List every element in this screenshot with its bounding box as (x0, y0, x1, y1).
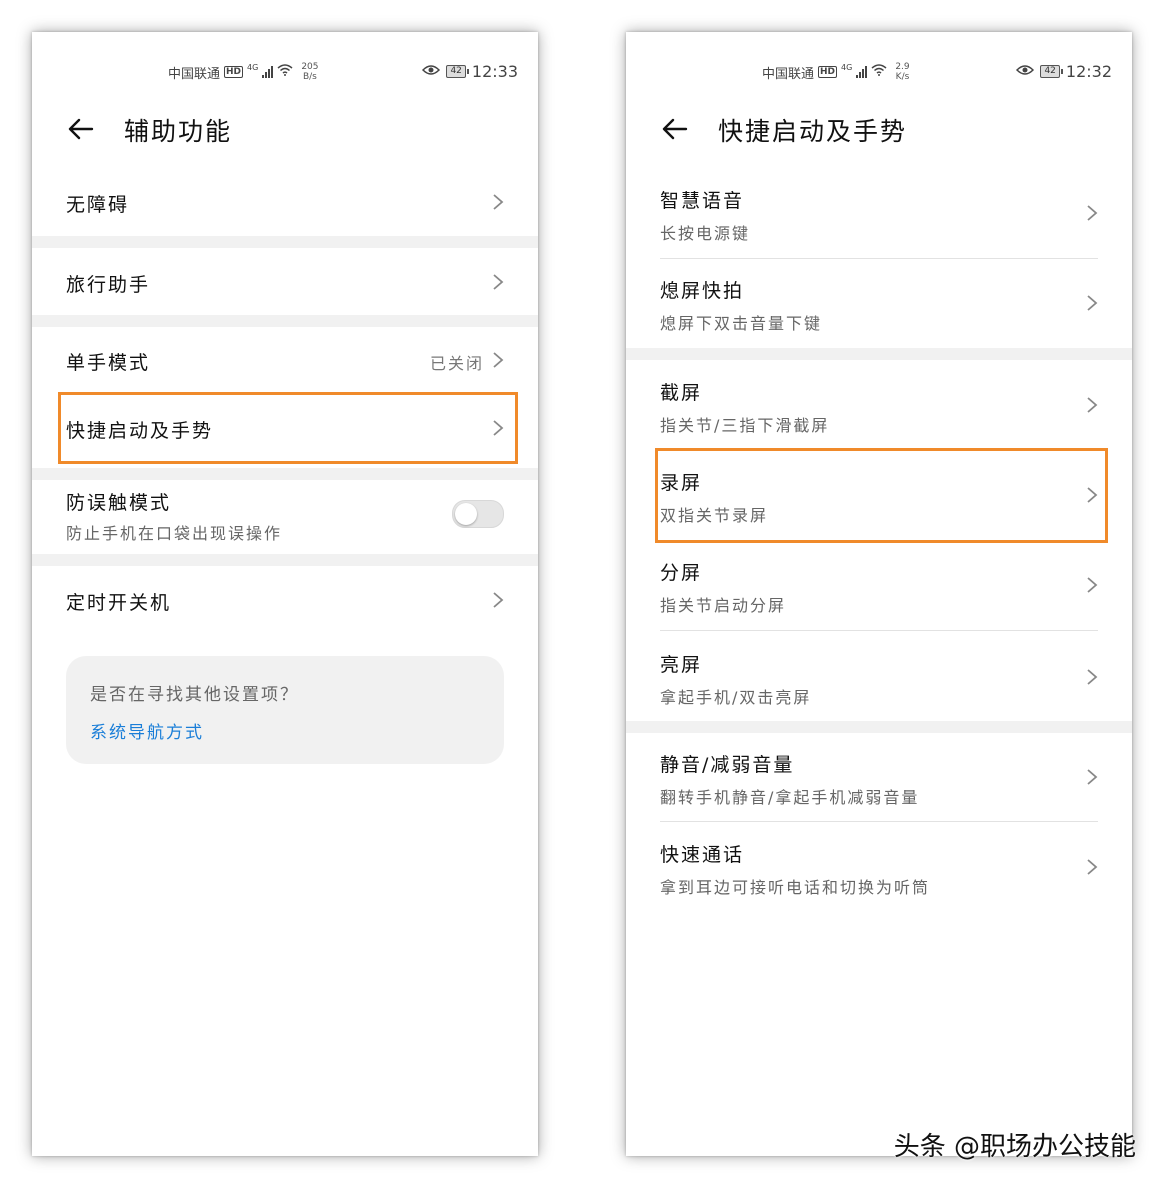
travel-assistant-item[interactable]: 旅行助手 (32, 250, 538, 314)
section-gap (32, 468, 538, 480)
section-gap (32, 554, 538, 566)
suggestion-question: 是否在寻找其他设置项？ (90, 685, 299, 705)
chevron-right-icon (492, 273, 504, 291)
section-gap (626, 721, 1132, 733)
wake-screen-item[interactable]: 亮屏 拿起手机/双击亮屏 (626, 642, 1132, 728)
item-description: 翻转手机静音/拿起手机减弱音量 (660, 788, 920, 807)
section-gap (32, 236, 538, 248)
divider (660, 821, 1098, 822)
item-description: 拿到耳边可接听电话和切换为听筒 (660, 878, 931, 897)
title-bar: 快捷启动及手势 (626, 110, 1132, 150)
chevron-right-icon (1086, 204, 1098, 222)
battery-icon: 42 (1040, 65, 1064, 78)
chevron-right-icon (492, 351, 504, 369)
item-description: 指关节启动分屏 (660, 596, 787, 615)
carrier-name: 中国联通 (168, 66, 221, 82)
clock: 12:32 (1065, 62, 1112, 81)
title-bar: 辅助功能 (32, 110, 538, 150)
split-screen-item[interactable]: 分屏 指关节启动分屏 (626, 550, 1132, 636)
eye-comfort-icon (422, 64, 441, 80)
chevron-right-icon (1086, 576, 1098, 594)
page-title: 辅助功能 (124, 117, 233, 146)
eye-comfort-icon (1016, 64, 1035, 80)
item-label: 截屏 (660, 382, 703, 404)
screen-off-snapshot-item[interactable]: 熄屏快拍 熄屏下双击音量下键 (626, 268, 1132, 354)
item-value: 已关闭 (429, 354, 484, 373)
smart-voice-item[interactable]: 智慧语音 长按电源键 (626, 178, 1132, 264)
one-hand-mode-item[interactable]: 单手模式 已关闭 (32, 328, 538, 390)
hd-badge: HD (224, 66, 244, 78)
divider (660, 258, 1098, 259)
network-speed: 205 B/s (301, 62, 318, 82)
chevron-right-icon (492, 591, 504, 609)
network-speed: 2.9 K/s (895, 62, 909, 82)
shortcuts-gestures-screen: 中国联通 HD 4G 2.9 K/s 42 12:32 快捷启动及手势 智慧语音… (626, 32, 1132, 1156)
item-label: 分屏 (660, 562, 703, 584)
mute-volume-item[interactable]: 静音/减弱音量 翻转手机静音/拿起手机减弱音量 (626, 742, 1132, 828)
item-label: 静音/减弱音量 (660, 754, 795, 776)
network-type: 4G (841, 62, 853, 72)
item-description: 防止手机在口袋出现误操作 (66, 524, 283, 543)
screenshot-item[interactable]: 截屏 指关节/三指下滑截屏 (626, 370, 1132, 456)
page-title: 快捷启动及手势 (718, 117, 908, 146)
chevron-right-icon (1086, 668, 1098, 686)
section-gap (626, 348, 1132, 360)
chevron-right-icon (492, 193, 504, 211)
carrier-name: 中国联通 (762, 66, 815, 82)
chevron-right-icon (1086, 396, 1098, 414)
item-label: 智慧语音 (660, 190, 745, 212)
item-label: 熄屏快拍 (660, 280, 745, 302)
speed-value: 205 (301, 62, 319, 72)
item-label: 旅行助手 (66, 274, 151, 296)
item-description: 指关节/三指下滑截屏 (660, 416, 830, 435)
scheduled-power-item[interactable]: 定时开关机 (32, 566, 538, 632)
battery-icon: 42 (446, 65, 470, 78)
speed-unit: K/s (895, 72, 910, 82)
item-label: 定时开关机 (66, 592, 172, 614)
item-description: 拿起手机/双击亮屏 (660, 688, 812, 707)
pocket-mode-item: 防误触模式 防止手机在口袋出现误操作 (32, 480, 538, 554)
wifi-icon (871, 64, 887, 80)
signal-icon (856, 66, 868, 78)
system-navigation-link[interactable]: 系统导航方式 (90, 718, 204, 743)
pocket-mode-toggle[interactable] (452, 500, 504, 528)
highlight-box (655, 448, 1108, 543)
hd-badge: HD (818, 66, 838, 78)
divider (660, 630, 1098, 631)
chevron-right-icon (1086, 858, 1098, 876)
status-bar: 中国联通 HD 4G 2.9 K/s 42 12:32 (626, 54, 1132, 84)
item-description: 熄屏下双击音量下键 (660, 314, 823, 333)
highlight-box (58, 392, 518, 464)
wifi-icon (277, 64, 293, 80)
chevron-right-icon (1086, 768, 1098, 786)
accessibility-screen: 中国联通 HD 4G 205 B/s 42 12:33 辅助功能 无障碍 旅行助… (32, 32, 538, 1156)
quick-call-item[interactable]: 快速通话 拿到耳边可接听电话和切换为听筒 (626, 832, 1132, 918)
item-description: 长按电源键 (660, 224, 751, 243)
status-bar: 中国联通 HD 4G 205 B/s 42 12:33 (32, 54, 538, 84)
item-label: 亮屏 (660, 654, 703, 676)
accessibility-item[interactable]: 无障碍 (32, 172, 538, 232)
back-arrow-icon[interactable] (660, 114, 690, 144)
network-type: 4G (247, 62, 259, 72)
signal-icon (262, 66, 274, 78)
toggle-knob (455, 503, 477, 525)
watermark: 头条 @职场办公技能 (893, 1132, 1136, 1162)
back-arrow-icon[interactable] (66, 114, 96, 144)
item-label: 单手模式 (66, 352, 151, 374)
section-gap (32, 315, 538, 327)
item-label: 防误触模式 (66, 492, 172, 514)
chevron-right-icon (1086, 294, 1098, 312)
item-label: 快速通话 (660, 844, 745, 866)
speed-unit: B/s (302, 72, 317, 82)
item-label: 无障碍 (66, 194, 130, 216)
speed-value: 2.9 (895, 62, 910, 72)
suggestion-card: 是否在寻找其他设置项？ 系统导航方式 (66, 656, 504, 764)
clock: 12:33 (471, 62, 518, 81)
